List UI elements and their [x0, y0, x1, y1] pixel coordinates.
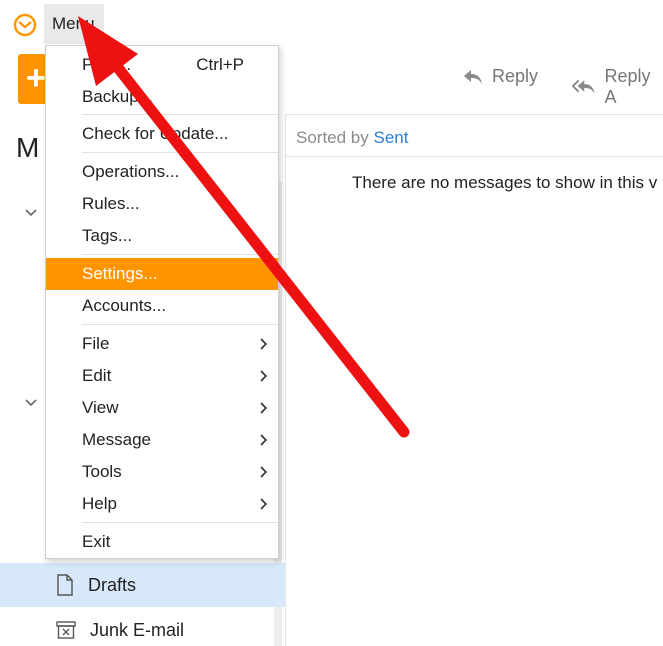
sort-prefix: Sorted by: [296, 128, 369, 147]
menu-item-shortcut: Ctrl+P: [196, 55, 244, 74]
menu-item-view[interactable]: View: [46, 393, 278, 423]
menu-item-label: Help: [82, 494, 117, 513]
menu-item-accounts[interactable]: Accounts...: [46, 291, 278, 321]
menu-item-label: Edit: [82, 366, 112, 385]
pane-divider: [285, 114, 286, 646]
sidebar-item-drafts[interactable]: Drafts: [0, 563, 285, 607]
menu-item-backup[interactable]: Backup...: [46, 82, 278, 112]
toolbar-divider: [285, 114, 663, 115]
menu-item-label: Tags...: [82, 226, 133, 245]
chevron-right-icon: [260, 498, 268, 510]
menu-item-label: Accounts...: [82, 296, 167, 315]
menu-separator: [82, 324, 278, 325]
menu-item-message[interactable]: Message: [46, 425, 278, 455]
menu-item-help[interactable]: Help: [46, 489, 278, 519]
menu-item-settings[interactable]: Settings...: [46, 258, 278, 290]
chevron-down-icon[interactable]: [24, 396, 38, 410]
menu-item-label: Exit: [82, 532, 111, 551]
chevron-right-icon: [260, 402, 268, 414]
menu-item-label: Backup...: [82, 87, 153, 106]
menu-item-label: File: [82, 334, 110, 353]
chevron-right-icon: [260, 338, 268, 350]
menu-item-label: Check for Update...: [82, 124, 229, 143]
reply-all-icon: [572, 79, 595, 94]
sort-field-link[interactable]: Sent: [374, 128, 409, 147]
sidebar-title: M: [16, 132, 40, 163]
menu-item-file[interactable]: File: [46, 329, 278, 359]
menu-item-rules[interactable]: Rules...: [46, 189, 278, 219]
menu-separator: [82, 254, 278, 255]
reply-all-label: Reply A: [604, 66, 651, 107]
menu-item-label: Tools: [82, 462, 122, 481]
menu-item-tags[interactable]: Tags...: [46, 221, 278, 251]
empty-list-message: There are no messages to show in this v: [352, 173, 658, 192]
menu-item-operations[interactable]: Operations...: [46, 157, 278, 187]
menu-item-label: Settings...: [82, 264, 158, 283]
chevron-right-icon: [260, 370, 268, 382]
menu-item-label: View: [82, 398, 119, 417]
menu-item-exit[interactable]: Exit: [46, 527, 278, 557]
menu-button[interactable]: Menu: [44, 4, 104, 44]
chevron-right-icon: [260, 434, 268, 446]
menu-item-edit[interactable]: Edit: [46, 361, 278, 391]
sort-selector[interactable]: Sorted by Sent: [296, 128, 408, 148]
sidebar-item-label: Drafts: [88, 574, 137, 595]
sidebar-item-junk[interactable]: Junk E-mail: [0, 608, 285, 646]
menu-item-label: Operations...: [82, 162, 180, 181]
menu-item-print[interactable]: Print... Ctrl+P: [46, 50, 278, 80]
main-menu-dropdown: Print... Ctrl+P Backup... Check for Upda…: [45, 45, 279, 559]
chevron-right-icon: [260, 466, 268, 478]
menu-item-label: Rules...: [82, 194, 140, 213]
junk-icon: [56, 621, 76, 639]
chevron-down-icon[interactable]: [24, 206, 38, 220]
sidebar-item-label: Junk E-mail: [90, 619, 185, 640]
app-logo-icon: [13, 13, 37, 37]
reply-button[interactable]: Reply: [462, 66, 538, 87]
menu-item-tools[interactable]: Tools: [46, 457, 278, 487]
reply-label: Reply: [492, 66, 539, 86]
menu-item-label: Print...: [82, 55, 132, 74]
sort-divider: [285, 156, 663, 157]
menu-separator: [82, 522, 278, 523]
reply-icon: [464, 69, 482, 84]
draft-icon: [57, 574, 73, 596]
menu-item-check-update[interactable]: Check for Update...: [46, 119, 278, 149]
menu-item-label: Message: [82, 430, 151, 449]
menu-separator: [82, 152, 278, 153]
menu-separator: [82, 114, 278, 115]
reply-all-button[interactable]: Reply A: [572, 66, 663, 108]
